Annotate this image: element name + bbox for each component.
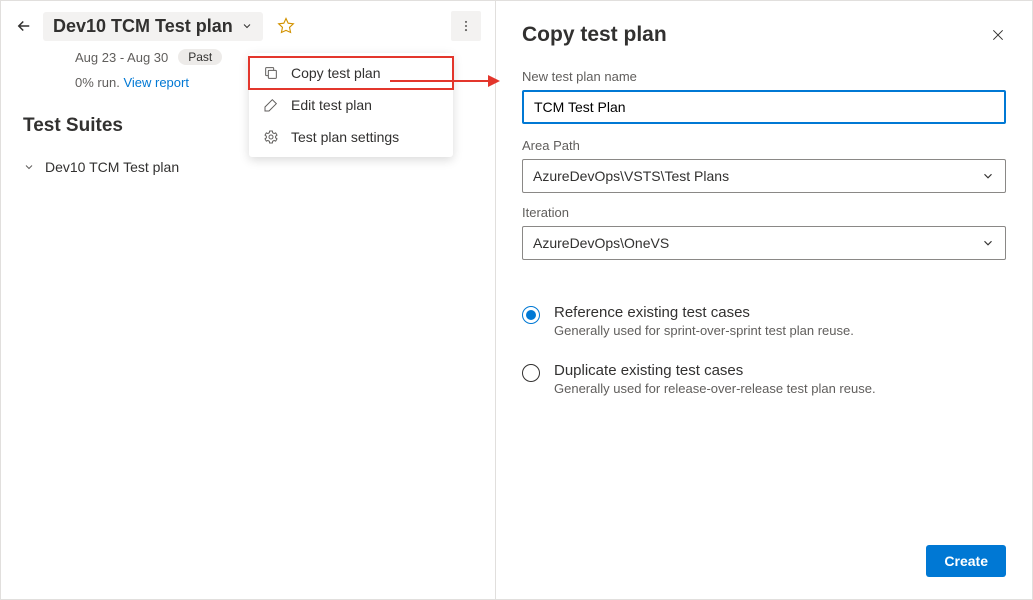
view-report-link[interactable]: View report [123, 75, 189, 90]
state-badge: Past [178, 49, 222, 65]
copy-test-plan-dialog: Copy test plan New test plan name Area P… [495, 0, 1033, 600]
menu-edit-test-plan[interactable]: Edit test plan [249, 89, 453, 121]
plan-title-chip[interactable]: Dev10 TCM Test plan [43, 12, 263, 41]
plan-title: Dev10 TCM Test plan [53, 16, 233, 37]
radio-reference[interactable]: Reference existing test cases Generally … [522, 304, 1006, 338]
dialog-header: Copy test plan [522, 23, 1006, 47]
iteration-select[interactable]: AzureDevOps\OneVS [522, 226, 1006, 260]
menu-copy-test-plan[interactable]: Copy test plan [249, 57, 453, 89]
context-menu: Copy test plan Edit test plan Test plan … [249, 53, 453, 157]
radio-button-icon [522, 306, 540, 324]
create-button[interactable]: Create [926, 545, 1006, 577]
plan-name-input[interactable] [522, 90, 1006, 124]
menu-item-label: Test plan settings [291, 129, 399, 145]
area-path-value: AzureDevOps\VSTS\Test Plans [533, 168, 729, 184]
suite-name: Dev10 TCM Test plan [45, 159, 179, 175]
iteration-value: AzureDevOps\OneVS [533, 235, 669, 251]
run-percent: 0% run. [75, 75, 120, 90]
copy-icon [263, 65, 279, 81]
dialog-title: Copy test plan [522, 23, 667, 47]
date-range: Aug 23 - Aug 30 [75, 50, 168, 65]
close-icon[interactable] [990, 27, 1006, 43]
menu-item-label: Copy test plan [291, 65, 381, 81]
copy-mode-radio-group: Reference existing test cases Generally … [522, 304, 1006, 396]
radio-subtitle: Generally used for sprint-over-sprint te… [554, 323, 854, 338]
area-label: Area Path [522, 138, 1006, 153]
menu-test-plan-settings[interactable]: Test plan settings [249, 121, 453, 153]
more-actions-button[interactable] [451, 11, 481, 41]
chevron-down-icon [981, 169, 995, 183]
area-path-select[interactable]: AzureDevOps\VSTS\Test Plans [522, 159, 1006, 193]
chevron-down-icon [981, 236, 995, 250]
back-arrow-icon[interactable] [15, 17, 33, 35]
dialog-footer: Create [522, 545, 1006, 577]
radio-duplicate[interactable]: Duplicate existing test cases Generally … [522, 362, 1006, 396]
gear-icon [263, 129, 279, 145]
iteration-label: Iteration [522, 205, 1006, 220]
radio-subtitle: Generally used for release-over-release … [554, 381, 876, 396]
plan-header: Dev10 TCM Test plan [1, 1, 495, 47]
vertical-dots-icon [459, 19, 473, 33]
menu-item-label: Edit test plan [291, 97, 372, 113]
favorite-star-icon[interactable] [277, 17, 295, 35]
radio-title: Reference existing test cases [554, 304, 854, 321]
pencil-icon [263, 97, 279, 113]
radio-button-icon [522, 364, 540, 382]
chevron-down-icon [241, 20, 253, 32]
chevron-down-icon [23, 161, 35, 173]
name-label: New test plan name [522, 69, 1006, 84]
radio-title: Duplicate existing test cases [554, 362, 876, 379]
